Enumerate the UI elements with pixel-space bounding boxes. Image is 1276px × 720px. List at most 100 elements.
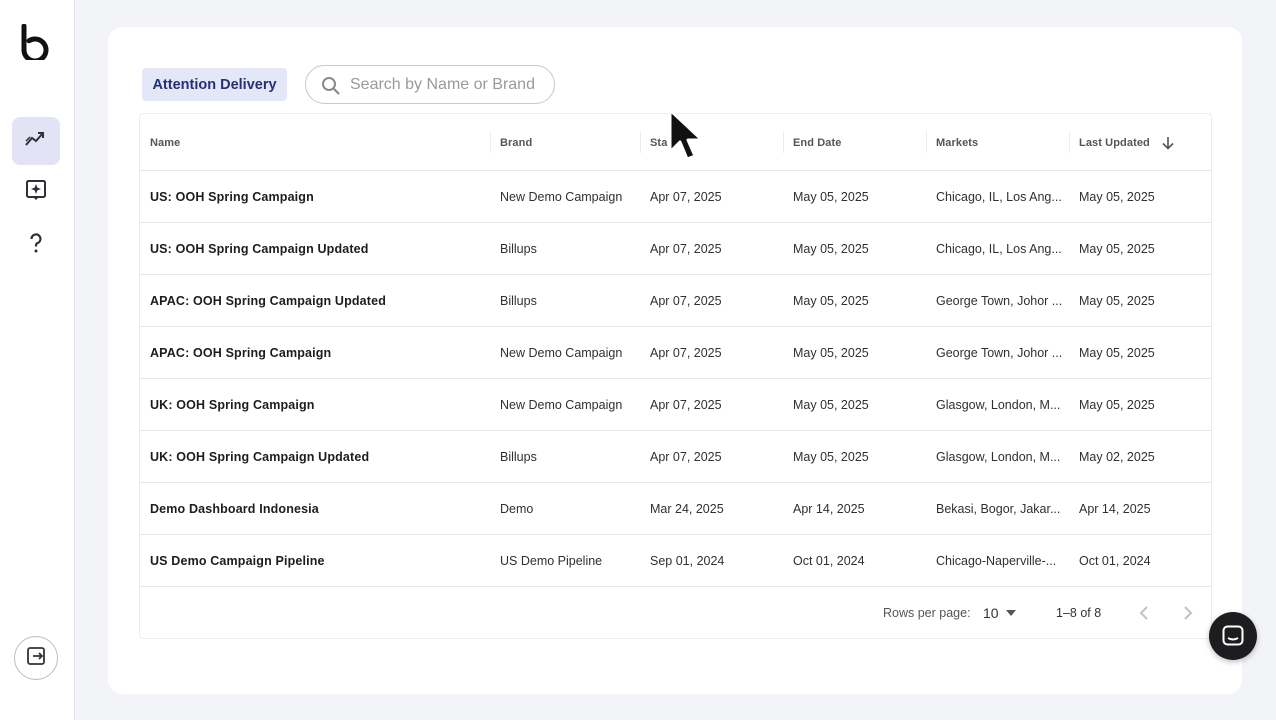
brand-cell: Billups [500, 275, 641, 327]
table-row[interactable]: UK: OOH Spring Campaign New Demo Campaign… [140, 379, 1211, 431]
rows-per-page-select[interactable]: 10 [983, 603, 1023, 623]
campaign-name-cell: Demo Dashboard Indonesia [150, 483, 485, 535]
start-date-cell: Apr 07, 2025 [650, 171, 784, 223]
end-date-cell-text: Oct 01, 2024 [793, 554, 865, 568]
brand-cell-text: New Demo Campaign [500, 190, 623, 204]
end-date-cell: May 05, 2025 [793, 275, 927, 327]
add-box-sparkle-icon [24, 178, 48, 207]
search-input[interactable] [350, 74, 546, 96]
next-page-button[interactable] [1176, 601, 1200, 625]
last-updated-cell: May 05, 2025 [1079, 327, 1209, 379]
campaign-name-cell: UK: OOH Spring Campaign [150, 379, 485, 431]
last-updated-cell: Oct 01, 2024 [1079, 535, 1209, 587]
markets-cell: George Town, Johor ... [936, 327, 1063, 379]
column-header-label: Brand [500, 136, 533, 149]
mouse-pointer-icon [667, 108, 709, 168]
markets-cell-text: George Town, Johor ... [936, 294, 1063, 308]
markets-cell-text: Glasgow, London, M... [936, 398, 1061, 412]
end-date-cell-text: May 05, 2025 [793, 294, 869, 308]
exit-to-app-icon [24, 644, 48, 673]
end-date-cell-text: May 05, 2025 [793, 242, 869, 256]
end-date-cell: Oct 01, 2024 [793, 535, 927, 587]
table-row[interactable]: UK: OOH Spring Campaign Updated Billups Ap… [140, 431, 1211, 483]
brand-cell: New Demo Campaign [500, 171, 641, 223]
search-icon [321, 76, 341, 96]
start-date-cell: Apr 07, 2025 [650, 223, 784, 275]
end-date-cell-text: Apr 14, 2025 [793, 502, 865, 516]
attention-delivery-chip[interactable]: Attention Delivery [142, 68, 287, 101]
table-row[interactable]: US Demo Campaign Pipeline US Demo Pipelin… [140, 535, 1211, 587]
end-date-cell: May 05, 2025 [793, 431, 927, 483]
question-mark-icon [24, 231, 48, 260]
start-date-cell-text: Apr 07, 2025 [650, 190, 722, 204]
chevron-left-icon [1138, 606, 1150, 620]
markets-cell-text: Chicago-Naperville-... [936, 554, 1057, 568]
end-date-cell: May 05, 2025 [793, 379, 927, 431]
campaign-name-cell-text: UK: OOH Spring Campaign Updated [150, 450, 370, 464]
markets-cell: George Town, Johor ... [936, 275, 1063, 327]
campaign-name-cell-text: APAC: OOH Spring Campaign Updated [150, 294, 386, 308]
start-date-cell-text: Mar 24, 2025 [650, 502, 724, 516]
start-date-cell-text: Apr 07, 2025 [650, 294, 722, 308]
end-date-cell-text: May 05, 2025 [793, 190, 869, 204]
start-date-cell: Sep 01, 2024 [650, 535, 784, 587]
nav-add-report-button[interactable] [12, 168, 60, 216]
nav-analytics-button[interactable] [12, 117, 60, 165]
nav-help-button[interactable] [12, 221, 60, 269]
campaigns-table: Name Brand Sta End Date Markets Last Upd… [139, 113, 1212, 639]
caret-down-icon [1005, 609, 1017, 617]
column-header-label: Markets [936, 136, 979, 149]
table-row[interactable]: APAC: OOH Spring Campaign New Demo Campai… [140, 327, 1211, 379]
last-updated-cell-text: Apr 14, 2025 [1079, 502, 1151, 516]
column-header-label: Name [150, 136, 181, 149]
campaign-name-cell-text: US Demo Campaign Pipeline [150, 554, 325, 568]
last-updated-cell: May 05, 2025 [1079, 223, 1209, 275]
chat-launcher-button[interactable] [1209, 612, 1257, 660]
previous-page-button[interactable] [1132, 601, 1156, 625]
brand-cell: Demo [500, 483, 641, 535]
table-row[interactable]: US: OOH Spring Campaign New Demo Campaign… [140, 171, 1211, 223]
start-date-cell: Apr 07, 2025 [650, 379, 784, 431]
brand-cell: US Demo Pipeline [500, 535, 641, 587]
start-date-cell: Mar 24, 2025 [650, 483, 784, 535]
campaign-name-cell: UK: OOH Spring Campaign Updated [150, 431, 485, 483]
last-updated-cell: Apr 14, 2025 [1079, 483, 1209, 535]
last-updated-cell-text: Oct 01, 2024 [1079, 554, 1151, 568]
table-pagination: Rows per page: 10 1–8 of 8 [140, 587, 1211, 639]
start-date-cell: Apr 07, 2025 [650, 431, 784, 483]
campaign-name-cell: APAC: OOH Spring Campaign [150, 327, 485, 379]
arrow-down-icon[interactable] [1160, 135, 1176, 151]
column-header-last-updated[interactable]: Last Updated [1079, 114, 1209, 171]
end-date-cell-text: May 05, 2025 [793, 398, 869, 412]
brand-cell-text: Billups [500, 450, 537, 464]
pagination-range: 1–8 of 8 [1056, 606, 1102, 620]
table-row[interactable]: APAC: OOH Spring Campaign Updated Billups… [140, 275, 1211, 327]
campaign-name-cell: US Demo Campaign Pipeline [150, 535, 485, 587]
column-header-name[interactable]: Name [150, 114, 491, 171]
markets-cell-text: Glasgow, London, M... [936, 450, 1061, 464]
column-header-end-date[interactable]: End Date [793, 114, 927, 171]
column-header-brand[interactable]: Brand [500, 114, 641, 171]
search-box[interactable] [305, 65, 555, 104]
column-header-markets[interactable]: Markets [936, 114, 1070, 171]
last-updated-cell-text: May 05, 2025 [1079, 190, 1155, 204]
end-date-cell-text: May 05, 2025 [793, 450, 869, 464]
logout-button[interactable] [14, 636, 58, 680]
campaign-name-cell-text: UK: OOH Spring Campaign [150, 398, 315, 412]
sidebar [0, 0, 75, 720]
last-updated-cell: May 05, 2025 [1079, 171, 1209, 223]
brand-cell-text: Billups [500, 294, 537, 308]
brand-cell: Billups [500, 431, 641, 483]
table-row[interactable]: US: OOH Spring Campaign Updated Billups Ap… [140, 223, 1211, 275]
last-updated-cell: May 02, 2025 [1079, 431, 1209, 483]
rows-per-page-value: 10 [983, 605, 999, 621]
brand-logo-icon[interactable] [19, 23, 51, 64]
table-row[interactable]: Demo Dashboard Indonesia Demo Mar 24, 2025… [140, 483, 1211, 535]
brand-cell-text: US Demo Pipeline [500, 554, 603, 568]
last-updated-cell-text: May 02, 2025 [1079, 450, 1155, 464]
markets-cell: Glasgow, London, M... [936, 431, 1063, 483]
brand-cell-text: New Demo Campaign [500, 398, 623, 412]
column-header-label: End Date [793, 136, 842, 149]
markets-cell: Chicago, IL, Los Ang... [936, 223, 1063, 275]
start-date-cell: Apr 07, 2025 [650, 275, 784, 327]
